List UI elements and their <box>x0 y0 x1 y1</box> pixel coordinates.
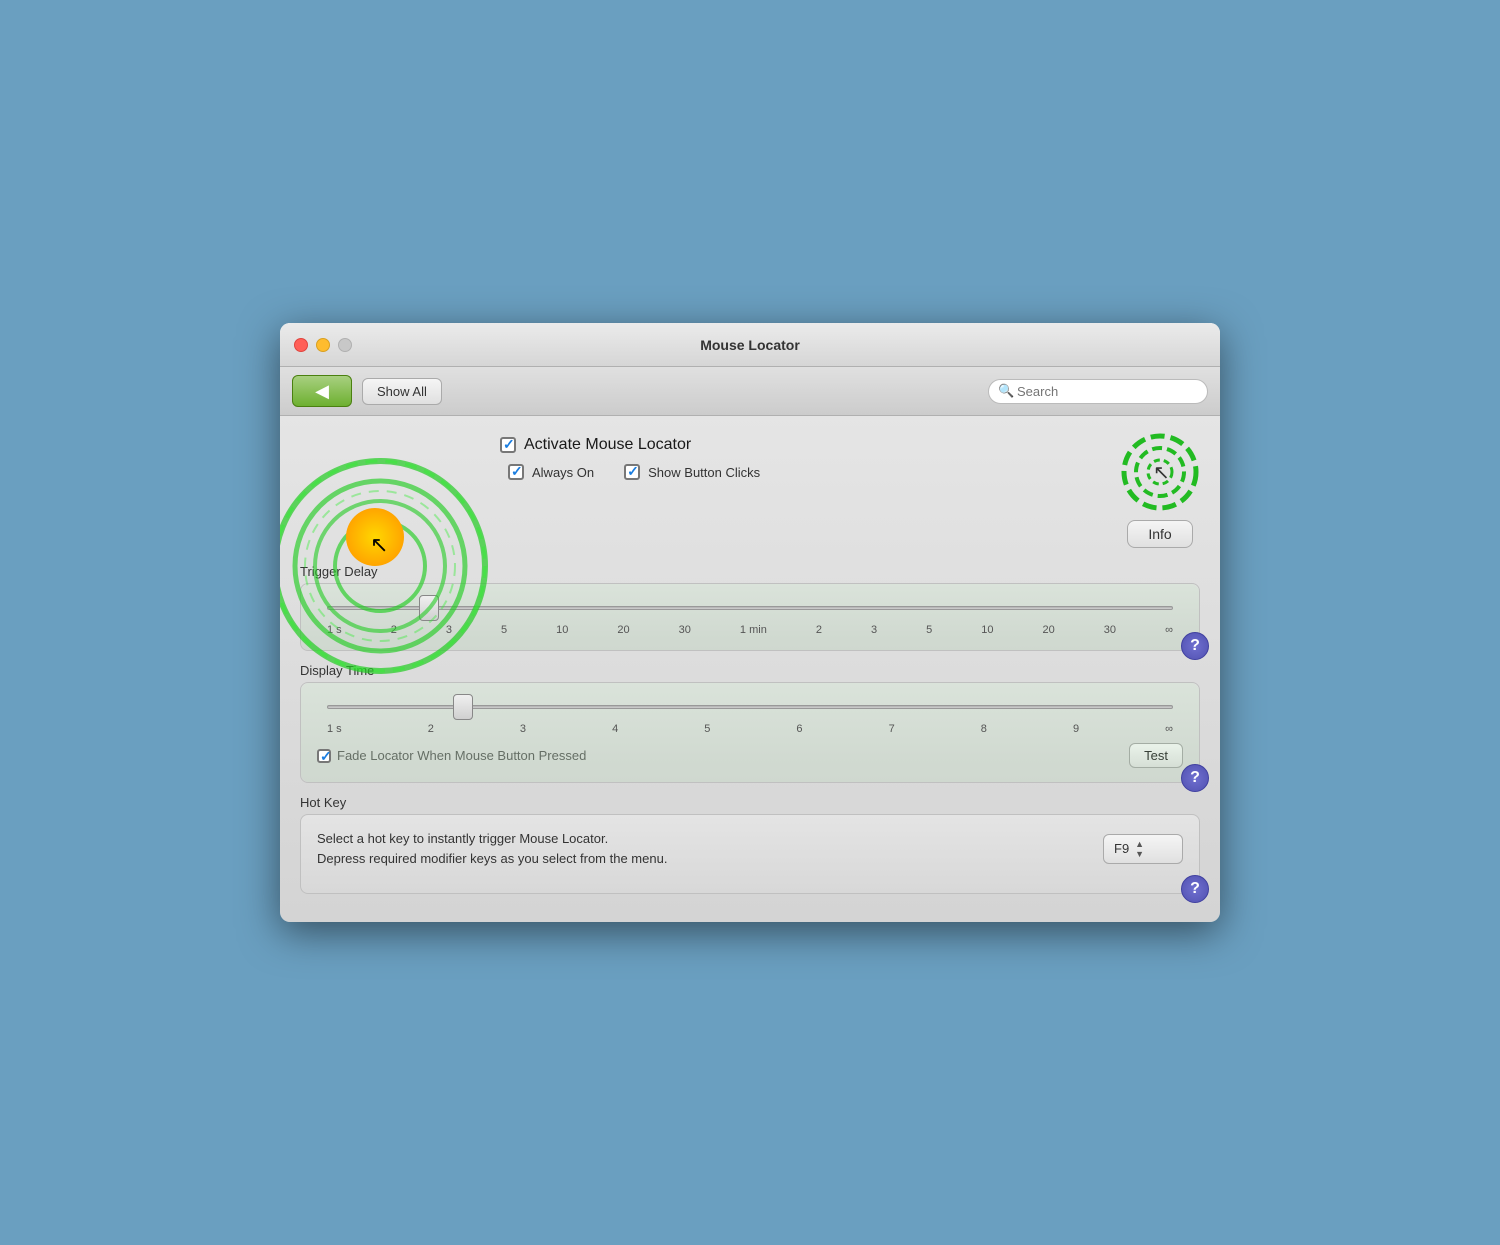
hot-key-text: Select a hot key to instantly trigger Mo… <box>317 829 1083 868</box>
tick-20: 20 <box>617 624 629 636</box>
key-value: F9 <box>1114 841 1129 856</box>
tick-10: 10 <box>556 624 568 636</box>
show-all-button[interactable]: Show All <box>362 378 442 405</box>
key-selector[interactable]: F9 ▲ ▼ <box>1103 834 1183 864</box>
hot-key-line2: Depress required modifier keys as you se… <box>317 849 1083 869</box>
dt-tick-5: 5 <box>704 723 710 735</box>
tick-5m: 5 <box>926 624 932 636</box>
tick-30: 30 <box>679 624 691 636</box>
display-time-help-button[interactable]: ? <box>1181 764 1209 792</box>
maximize-button[interactable] <box>338 338 352 352</box>
tick-10m: 10 <box>981 624 993 636</box>
tick-1min: 1 min <box>740 624 767 636</box>
info-button[interactable]: Info <box>1127 520 1192 548</box>
hot-key-title: Hot Key <box>300 795 1200 810</box>
hot-key-content: Select a hot key to instantly trigger Mo… <box>317 829 1183 868</box>
dt-tick-inf: ∞ <box>1165 723 1173 735</box>
activate-checkbox-row: Activate Mouse Locator <box>500 436 1120 454</box>
hot-key-box: Select a hot key to instantly trigger Mo… <box>300 814 1200 894</box>
tick-5: 5 <box>501 624 507 636</box>
search-wrapper: 🔍 <box>988 379 1208 404</box>
show-clicks-row: Show Button Clicks <box>624 464 760 480</box>
header-section: Activate Mouse Locator Always On Show Bu… <box>300 432 1200 548</box>
hot-key-section: Hot Key Select a hot key to instantly tr… <box>300 795 1200 894</box>
display-time-slider-track <box>327 697 1173 717</box>
dt-tick-1s: 1 s <box>327 723 342 735</box>
trigger-delay-thumb[interactable] <box>419 595 439 621</box>
always-on-checkbox[interactable] <box>508 464 524 480</box>
display-time-title: Display Time <box>300 663 1200 678</box>
show-clicks-label: Show Button Clicks <box>648 465 760 480</box>
tick-2m: 2 <box>816 624 822 636</box>
dt-tick-8: 8 <box>981 723 987 735</box>
dt-tick-4: 4 <box>612 723 618 735</box>
test-button[interactable]: Test <box>1129 743 1183 768</box>
always-on-label: Always On <box>532 465 594 480</box>
trigger-delay-box: 1 s 2 3 5 10 20 30 1 min 2 3 5 10 20 30 <box>300 583 1200 651</box>
tick-3m: 3 <box>871 624 877 636</box>
activate-label: Activate Mouse Locator <box>524 436 691 454</box>
fade-checkbox[interactable] <box>317 749 331 763</box>
mouse-locator-icon: ↖ <box>1120 432 1200 512</box>
display-time-section: Display Time 1 s 2 3 4 5 6 <box>300 663 1200 783</box>
dt-tick-2: 2 <box>428 723 434 735</box>
activate-checkbox[interactable] <box>500 437 516 453</box>
logo-area: ↖ Info <box>1120 432 1200 548</box>
dt-tick-9: 9 <box>1073 723 1079 735</box>
trigger-delay-labels: 1 s 2 3 5 10 20 30 1 min 2 3 5 10 20 30 <box>317 622 1183 636</box>
main-window: Mouse Locator ◀ Show All 🔍 <box>280 323 1220 922</box>
show-clicks-checkbox[interactable] <box>624 464 640 480</box>
title-bar: Mouse Locator <box>280 323 1220 367</box>
display-time-labels: 1 s 2 3 4 5 6 7 8 9 ∞ <box>317 721 1183 735</box>
close-button[interactable] <box>294 338 308 352</box>
display-time-box: 1 s 2 3 4 5 6 7 8 9 ∞ Fade <box>300 682 1200 783</box>
tick-1s: 1 s <box>327 624 342 636</box>
svg-text:↖: ↖ <box>1153 462 1170 484</box>
tick-2: 2 <box>391 624 397 636</box>
fade-row: Fade Locator When Mouse Button Pressed T… <box>317 743 1183 768</box>
window-title: Mouse Locator <box>700 337 800 353</box>
dt-tick-7: 7 <box>889 723 895 735</box>
window-controls <box>294 338 352 352</box>
display-time-slider-line <box>327 705 1173 709</box>
trigger-delay-slider-line <box>327 606 1173 610</box>
trigger-delay-slider-track <box>327 598 1173 618</box>
tick-20m: 20 <box>1043 624 1055 636</box>
content-area: ↖ Activate Mouse Locator Always On Show … <box>280 416 1220 922</box>
hot-key-line1: Select a hot key to instantly trigger Mo… <box>317 829 1083 849</box>
activate-row: Activate Mouse Locator Always On Show Bu… <box>300 432 1120 480</box>
search-input[interactable] <box>988 379 1208 404</box>
minimize-button[interactable] <box>316 338 330 352</box>
fade-label-area: Fade Locator When Mouse Button Pressed <box>317 748 586 763</box>
dt-tick-6: 6 <box>796 723 802 735</box>
display-time-slider-container: 1 s 2 3 4 5 6 7 8 9 ∞ <box>317 697 1183 735</box>
trigger-delay-slider-container: 1 s 2 3 5 10 20 30 1 min 2 3 5 10 20 30 <box>317 598 1183 636</box>
trigger-delay-help-button[interactable]: ? <box>1181 632 1209 660</box>
trigger-delay-title: Trigger Delay <box>300 564 1200 579</box>
toolbar: ◀ Show All 🔍 <box>280 367 1220 416</box>
tick-inf: ∞ <box>1165 624 1173 636</box>
back-button[interactable]: ◀ <box>292 375 352 407</box>
always-on-row: Always On <box>508 464 594 480</box>
trigger-delay-section: Trigger Delay 1 s 2 3 5 10 <box>300 564 1200 651</box>
tick-3: 3 <box>446 624 452 636</box>
fade-label-text: Fade Locator When Mouse Button Pressed <box>337 748 586 763</box>
search-icon: 🔍 <box>998 383 1014 399</box>
key-arrows: ▲ ▼ <box>1135 839 1144 859</box>
dt-tick-3: 3 <box>520 723 526 735</box>
sub-options: Always On Show Button Clicks <box>500 464 1120 480</box>
tick-30m: 30 <box>1104 624 1116 636</box>
display-time-thumb[interactable] <box>453 694 473 720</box>
hot-key-help-button[interactable]: ? <box>1181 875 1209 903</box>
